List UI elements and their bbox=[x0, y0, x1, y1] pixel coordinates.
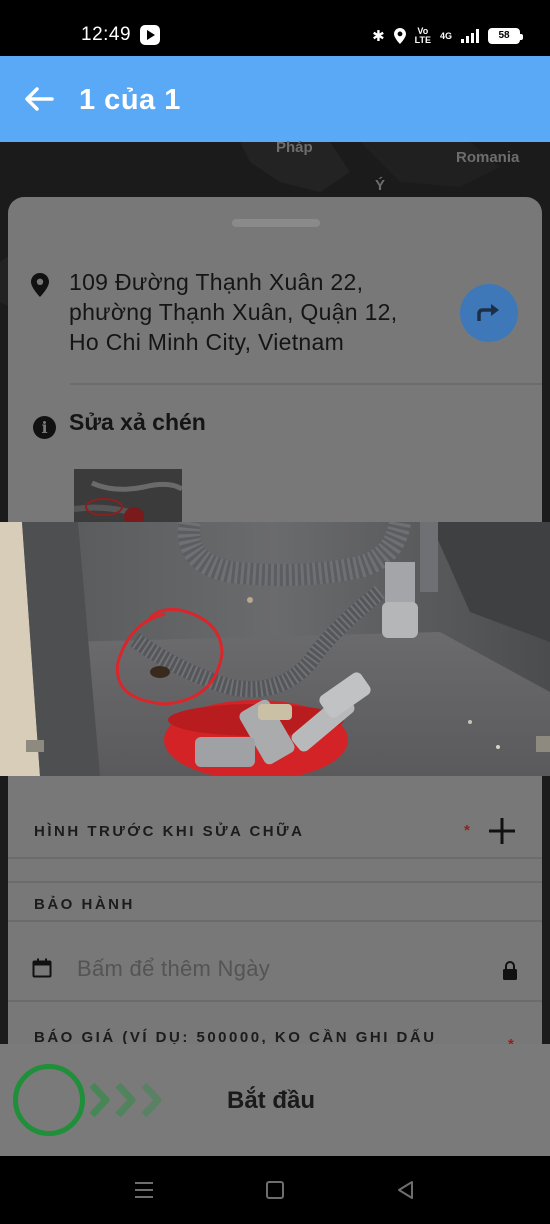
divider bbox=[8, 920, 542, 922]
warranty-date-input[interactable]: Bấm để thêm Ngày bbox=[77, 956, 270, 982]
divider bbox=[8, 857, 542, 859]
address-line: phường Thạnh Xuân, Quận 12, bbox=[69, 299, 398, 325]
location-icon bbox=[393, 28, 406, 44]
volte-line-2: LTE bbox=[414, 35, 431, 45]
info-icon: i bbox=[33, 416, 56, 439]
app-bar: 1 của 1 bbox=[0, 56, 550, 142]
add-photo-button[interactable] bbox=[485, 814, 519, 848]
notification-app-icon bbox=[140, 25, 160, 45]
divider bbox=[8, 881, 542, 883]
job-photo-preview[interactable] bbox=[0, 522, 550, 776]
job-title: Sửa xả chén bbox=[69, 409, 206, 435]
volte-indicator: Vo LTE bbox=[415, 27, 431, 45]
recent-apps-icon[interactable] bbox=[133, 1180, 155, 1200]
before-photos-label: HÌNH TRƯỚC KHI SỬA CHỮA bbox=[34, 823, 305, 840]
job-photo-thumbnail[interactable] bbox=[74, 469, 182, 523]
bluetooth-icon: ✱ bbox=[372, 28, 385, 45]
warranty-label: BẢO HÀNH bbox=[34, 896, 135, 913]
system-nav-bar bbox=[0, 1156, 550, 1224]
chevrons-right-icon bbox=[89, 1082, 162, 1118]
map-label-romania: Romania bbox=[456, 149, 520, 166]
map-label-france: Pháp bbox=[276, 139, 313, 156]
nav-back-icon[interactable] bbox=[396, 1180, 416, 1200]
status-indicators: ✱ Vo LTE 4G 58 bbox=[372, 25, 523, 47]
page-title: 1 của 1 bbox=[79, 84, 181, 116]
status-time: 12:49 bbox=[81, 24, 132, 45]
job-address: 109 Đường Thạnh Xuân 22, phường Thạnh Xu… bbox=[69, 267, 449, 357]
divider bbox=[70, 383, 542, 385]
network-type: 4G bbox=[439, 31, 452, 41]
calendar-icon bbox=[32, 958, 52, 978]
thumbnail-image bbox=[74, 469, 182, 523]
status-bar: 12:49 ✱ Vo LTE 4G 58 bbox=[0, 0, 550, 56]
back-arrow-icon[interactable] bbox=[22, 82, 56, 116]
slider-label: Bắt đầu bbox=[227, 1087, 316, 1114]
directions-icon bbox=[477, 304, 499, 321]
address-line: Ho Chi Minh City, Vietnam bbox=[69, 329, 345, 355]
start-slider[interactable]: Bắt đầu bbox=[0, 1044, 550, 1156]
directions-button[interactable] bbox=[460, 284, 518, 342]
sink-drain-photo bbox=[0, 522, 550, 776]
location-pin-icon bbox=[31, 273, 49, 297]
battery-icon: 58 bbox=[488, 28, 523, 44]
address-line: 109 Đường Thạnh Xuân 22, bbox=[69, 269, 364, 295]
signal-icon bbox=[461, 29, 479, 43]
required-marker: * bbox=[464, 822, 470, 839]
map-label-italy: Ý bbox=[375, 177, 386, 194]
home-icon[interactable] bbox=[266, 1181, 284, 1199]
slider-knob[interactable] bbox=[13, 1064, 85, 1136]
divider bbox=[8, 1000, 542, 1002]
lock-icon bbox=[503, 961, 517, 980]
sheet-drag-handle[interactable] bbox=[232, 219, 320, 227]
